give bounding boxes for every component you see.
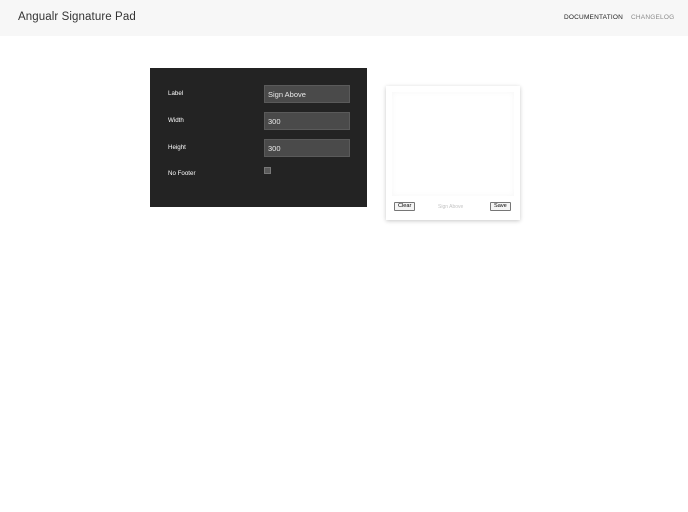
width-input[interactable] [264, 112, 350, 130]
save-button[interactable]: Save [490, 202, 511, 211]
signature-canvas[interactable] [392, 92, 514, 196]
label-field-label: Label [168, 90, 184, 97]
no-footer-checkbox[interactable] [264, 167, 271, 174]
signature-hint: Sign Above [438, 204, 464, 210]
config-panel: Label Width Height No Footer [150, 68, 367, 207]
label-input[interactable] [264, 85, 350, 103]
height-field-label: Height [168, 144, 186, 151]
nav-changelog-link[interactable]: CHANGELOG [631, 14, 674, 21]
width-field-label: Width [168, 117, 184, 124]
top-header: Angualr Signature Pad DOCUMENTATION CHAN… [0, 0, 688, 36]
signature-pad: Clear Sign Above Save [386, 86, 520, 220]
app-title: Angualr Signature Pad [18, 11, 136, 23]
clear-button[interactable]: Clear [394, 202, 416, 211]
height-input[interactable] [264, 139, 350, 157]
nav-documentation-link[interactable]: DOCUMENTATION [564, 14, 623, 21]
no-footer-field-label: No Footer [168, 170, 196, 177]
